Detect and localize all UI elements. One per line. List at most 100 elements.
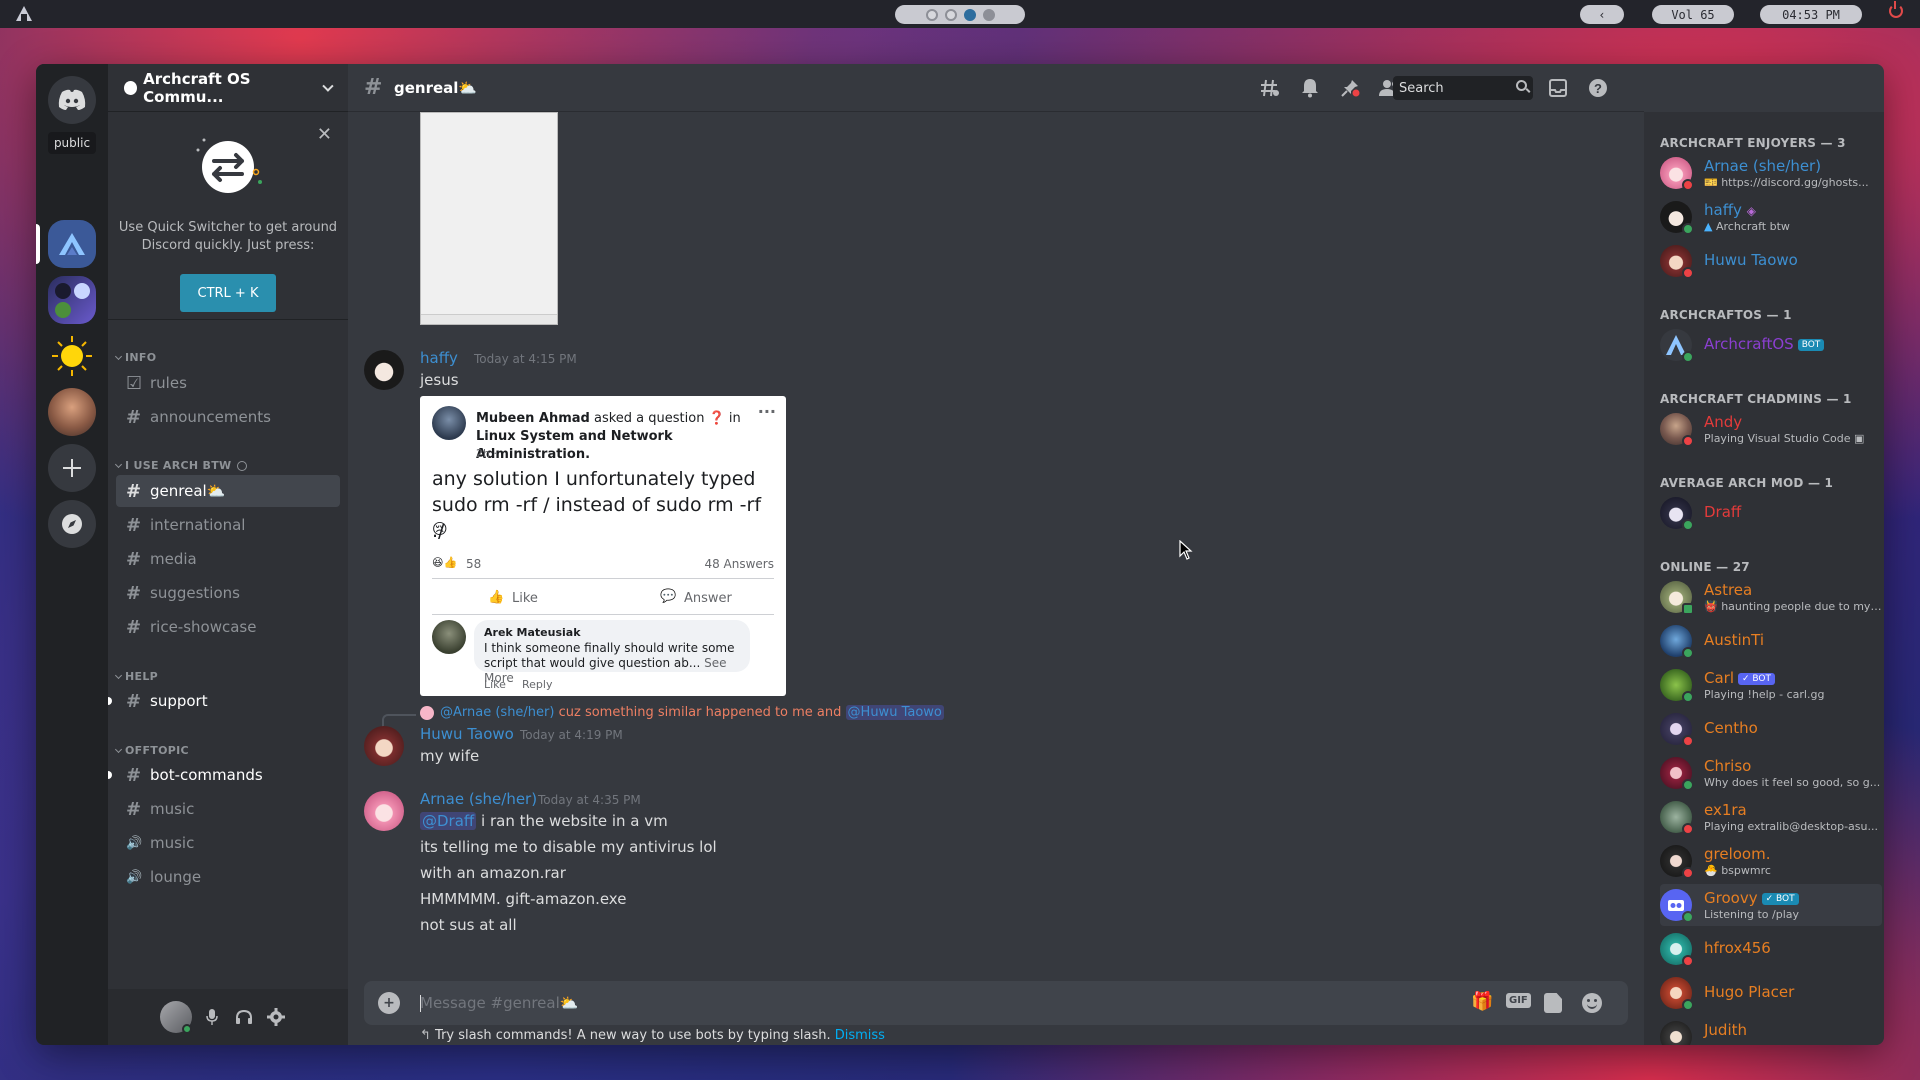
headphones-icon[interactable] — [232, 1005, 256, 1029]
gear-icon[interactable] — [264, 1005, 288, 1029]
message-author[interactable]: Arnae (she/her) — [420, 790, 537, 808]
message-input[interactable]: Message #genreal⛅ — [420, 994, 578, 1012]
clock: 04:53 PM — [1760, 5, 1862, 24]
quick-switcher-shortcut-button[interactable]: CTRL + K — [180, 274, 276, 312]
workspace-switcher[interactable] — [895, 5, 1025, 24]
close-icon[interactable]: ✕ — [317, 124, 332, 145]
archcraft-logo-icon[interactable] — [16, 6, 32, 21]
server-header[interactable]: Archcraft OS Commu... — [108, 64, 348, 112]
search-input[interactable]: Search — [1393, 76, 1533, 100]
member-item[interactable]: Centho — [1660, 708, 1882, 750]
gift-icon[interactable]: 🎁 — [1471, 991, 1493, 1012]
discord-home-icon[interactable] — [48, 76, 96, 124]
voice-channel-lounge[interactable]: 🔊 lounge — [116, 861, 340, 893]
hash-icon: # — [126, 798, 142, 820]
channel-announcements[interactable]: # announcements — [116, 401, 340, 433]
attach-plus-icon[interactable]: + — [378, 992, 400, 1014]
volume-indicator[interactable]: Vol 65 — [1652, 5, 1734, 24]
pin-icon[interactable] — [1338, 76, 1362, 100]
channel-rules[interactable]: ☑ rules — [116, 367, 340, 399]
member-item[interactable]: Draff — [1660, 492, 1882, 534]
avatar[interactable] — [364, 726, 404, 766]
channel-genreal[interactable]: # genreal⛅ — [116, 475, 340, 507]
member-item[interactable]: Andy Playing Visual Studio Code ▣ — [1660, 408, 1882, 450]
activity-text: Playing extralib@desktop-asu... — [1704, 820, 1878, 833]
member-item[interactable]: greloom. 🐣 bspwmrc — [1660, 840, 1882, 882]
svg-text:?: ? — [1594, 81, 1602, 96]
like-label: Like — [512, 591, 538, 606]
chevron-down-icon — [114, 460, 123, 468]
add-server-icon[interactable] — [48, 444, 96, 492]
person-server-icon[interactable] — [48, 388, 96, 436]
bell-icon[interactable] — [1298, 76, 1322, 100]
hash-icon: # — [126, 690, 142, 712]
archcraft-server-icon[interactable] — [48, 220, 96, 268]
workspace-dot-active[interactable] — [963, 8, 976, 21]
member-item[interactable]: AustinTi — [1660, 620, 1882, 662]
power-icon[interactable] — [1889, 1, 1903, 18]
member-activity: ▲ Archcraft btw — [1704, 220, 1882, 233]
member-name: Draff — [1704, 503, 1742, 521]
category-label: I USE ARCH BTW — [125, 459, 232, 472]
member-name-text: ArchcraftOS — [1704, 335, 1794, 353]
workspace-dot[interactable] — [982, 8, 995, 21]
category-offtopic[interactable]: OFFTOPIC — [114, 744, 189, 757]
inbox-icon[interactable] — [1546, 76, 1570, 100]
embedded-post-image[interactable]: Mubeen Ahmad asked a question ❓ in Linux… — [420, 396, 786, 696]
server-folder-icon[interactable] — [48, 276, 96, 324]
channel-rice-showcase[interactable]: # rice-showcase — [116, 611, 340, 643]
workspace-dot[interactable] — [944, 8, 957, 21]
sticker-icon[interactable] — [1544, 993, 1562, 1013]
user-mention[interactable]: @Draff — [420, 812, 477, 830]
microphone-icon[interactable] — [200, 1005, 224, 1029]
channel-support[interactable]: # support — [108, 685, 340, 717]
reply-reference[interactable]: @Arnae (she/her) cuz something similar h… — [440, 705, 944, 720]
member-name: greloom. — [1704, 845, 1771, 863]
member-item[interactable]: Arnae (she/her) 🎫 https://discord.gg/gho… — [1660, 152, 1882, 194]
member-item[interactable]: haffy ◈ ▲ Archcraft btw — [1660, 196, 1882, 238]
voice-channel-music[interactable]: 🔊 music — [116, 827, 340, 859]
activity-text: Playing !help - carl.gg — [1704, 688, 1825, 701]
channel-international[interactable]: # international — [116, 509, 340, 541]
member-item[interactable]: Hugo Placer — [1660, 972, 1882, 1014]
checkbox-icon: ☑ — [126, 372, 143, 394]
category-i-use-arch-btw[interactable]: I USE ARCH BTW — [114, 459, 248, 472]
member-item[interactable]: hfrox456 — [1660, 928, 1882, 970]
online-status-icon — [182, 1024, 192, 1034]
channel-bot-commands[interactable]: # bot-commands — [108, 759, 340, 791]
avatar[interactable] — [364, 350, 404, 390]
threads-icon[interactable] — [1258, 76, 1282, 100]
dismiss-link[interactable]: Dismiss — [835, 1028, 885, 1043]
channel-media[interactable]: # media — [116, 543, 340, 575]
message-author[interactable]: Huwu Taowo — [420, 725, 514, 743]
comment-like: Like — [484, 678, 506, 691]
member-item[interactable]: Groovy ✓ BOT Listening to /play — [1660, 884, 1882, 926]
member-item[interactable]: Chriso Why does it feel so good, so g... — [1660, 752, 1882, 794]
sun-server-icon[interactable] — [48, 332, 96, 380]
channel-suggestions[interactable]: # suggestions — [116, 577, 340, 609]
workspace-dot[interactable] — [925, 8, 938, 21]
help-icon[interactable]: ? — [1586, 76, 1610, 100]
explore-servers-icon[interactable] — [48, 500, 96, 548]
gif-button[interactable]: GIF — [1506, 993, 1531, 1008]
member-item[interactable]: Carl ✓ BOT Playing !help - carl.gg — [1660, 664, 1882, 706]
message-author[interactable]: haffy — [420, 349, 458, 367]
member-item[interactable]: Astrea 👹 haunting people due to my ... — [1660, 576, 1882, 618]
member-item[interactable]: ArchcraftOS BOT — [1660, 324, 1882, 366]
slash-icon: ↰ — [420, 1028, 431, 1043]
back-button[interactable]: ‹ — [1580, 5, 1624, 24]
hash-icon: # — [126, 514, 142, 536]
avatar[interactable] — [364, 791, 404, 831]
member-item[interactable]: ex1ra Playing extralib@desktop-asu... — [1660, 796, 1882, 838]
channel-music[interactable]: # music — [116, 793, 340, 825]
attachment-image[interactable] — [420, 112, 558, 325]
category-help[interactable]: HELP — [114, 670, 158, 683]
member-item[interactable]: Huwu Taowo — [1660, 240, 1882, 282]
member-item[interactable]: Judith — [1660, 1016, 1882, 1045]
member-name-text: haffy — [1704, 201, 1742, 219]
emoji-icon[interactable] — [1582, 993, 1602, 1013]
smile-icon — [237, 460, 248, 471]
category-info[interactable]: INFO — [114, 351, 156, 364]
hash-icon: # — [126, 616, 142, 638]
thumbs-up-icon: 👍 — [488, 590, 505, 605]
